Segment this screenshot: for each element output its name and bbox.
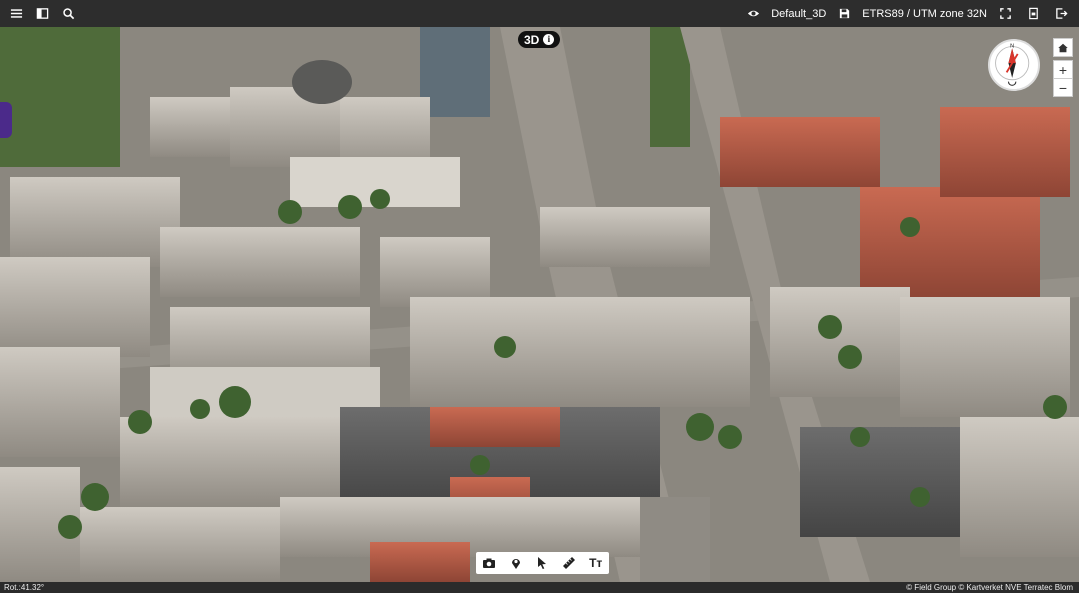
print-icon <box>1028 7 1038 20</box>
logout-button[interactable] <box>1051 4 1071 24</box>
view-visibility-button[interactable] <box>743 4 763 24</box>
side-panel-handle[interactable] <box>0 102 12 138</box>
panel-toggle-button[interactable] <box>32 4 52 24</box>
3d-mode-badge[interactable]: 3D i <box>518 31 561 48</box>
home-icon <box>1058 43 1068 52</box>
logout-icon <box>1055 8 1068 19</box>
menu-icon <box>10 9 22 18</box>
compass-icon: N <box>995 43 1030 86</box>
crs-label[interactable]: ETRS89 / UTM zone 32N <box>862 8 987 20</box>
panel-icon <box>36 8 48 19</box>
top-bar: Default_3D ETRS89 / UTM zone 32N <box>0 0 1079 27</box>
save-icon <box>839 8 849 19</box>
search-button[interactable] <box>58 4 78 24</box>
city-aerial-view[interactable] <box>0 27 1079 582</box>
screenshot-tool-button[interactable] <box>479 553 499 573</box>
info-icon[interactable]: i <box>543 34 555 45</box>
search-icon <box>62 8 74 20</box>
save-view-button[interactable] <box>834 4 854 24</box>
zoom-in-button[interactable]: + <box>1053 60 1073 79</box>
text-tool-button[interactable]: Tт <box>586 553 606 573</box>
measure-tool-button[interactable] <box>559 553 579 573</box>
menu-button[interactable] <box>6 4 26 24</box>
fullscreen-button[interactable] <box>995 4 1015 24</box>
3d-mode-label: 3D <box>524 32 540 47</box>
status-bar: Rot.:41.32° © Field Group © Kartverket N… <box>0 582 1079 593</box>
home-view-button[interactable] <box>1053 38 1073 57</box>
view-name-label[interactable]: Default_3D <box>771 8 826 20</box>
location-pin-icon <box>511 559 520 569</box>
svg-text:N: N <box>1010 43 1014 49</box>
bottom-toolbar: Tт <box>476 552 609 574</box>
fullscreen-icon <box>999 8 1011 19</box>
select-tool-button[interactable] <box>532 553 552 573</box>
location-tool-button[interactable] <box>506 553 526 573</box>
ruler-icon <box>563 557 576 569</box>
camera-icon <box>483 558 496 568</box>
eye-icon <box>747 10 759 17</box>
text-icon: Tт <box>589 556 603 570</box>
3d-map-viewport[interactable]: 3D i N + − Tт <box>0 27 1079 582</box>
zoom-out-button[interactable]: − <box>1053 78 1073 97</box>
attribution-text: © Field Group © Kartverket NVE Terratec … <box>906 583 1073 592</box>
compass-widget[interactable]: N <box>988 39 1040 91</box>
pointer-icon <box>538 557 547 569</box>
rotation-readout: Rot.:41.32° <box>4 583 45 592</box>
print-button[interactable] <box>1023 4 1043 24</box>
